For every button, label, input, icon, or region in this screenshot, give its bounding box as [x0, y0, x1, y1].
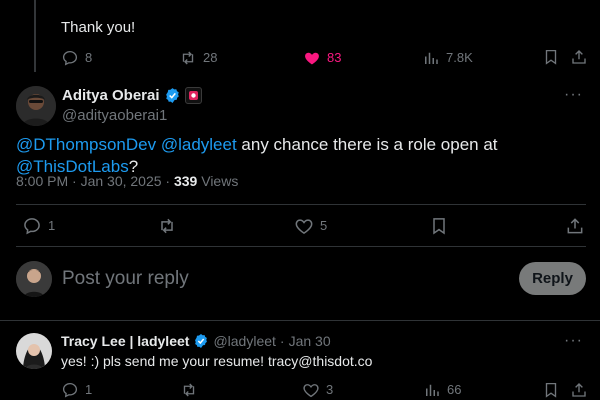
mention-link[interactable]: @DThompsonDev — [16, 135, 156, 154]
previous-repost-button[interactable]: 28 — [179, 49, 217, 67]
previous-like-button[interactable]: 83 — [303, 49, 341, 67]
avatar[interactable] — [16, 86, 56, 126]
bookmark-icon[interactable] — [542, 48, 560, 66]
repost-icon — [180, 381, 198, 399]
previous-tweet-text: Thank you! — [61, 19, 136, 36]
bookmark-icon[interactable] — [429, 216, 449, 236]
more-options-icon[interactable]: ··· — [564, 86, 583, 104]
divider — [16, 246, 586, 247]
repost-button[interactable] — [180, 381, 198, 399]
tweet-text-middle: any chance there is a role open at — [236, 135, 498, 154]
like-count: 5 — [320, 218, 328, 233]
author-name[interactable]: Aditya Oberai — [62, 87, 160, 104]
reply-submit-button[interactable]: Reply — [519, 262, 586, 295]
like-count: 3 — [326, 382, 334, 397]
more-options-icon[interactable]: ··· — [564, 332, 583, 350]
reply-count: 8 — [85, 50, 93, 65]
bookmark-icon[interactable] — [542, 381, 560, 399]
thread-line — [34, 0, 36, 72]
share-icon[interactable] — [570, 381, 588, 399]
heart-icon — [302, 381, 320, 399]
views-chart-icon — [423, 381, 441, 399]
reply-count: 1 — [85, 382, 93, 397]
reply-icon — [61, 381, 79, 399]
divider — [16, 204, 586, 205]
views-chart-icon — [422, 49, 440, 67]
reply-author-name[interactable]: Tracy Lee | ladyleet — [61, 333, 189, 349]
like-button[interactable]: 3 — [302, 381, 333, 399]
views-count: 339 — [173, 173, 198, 189]
views-count: 66 — [447, 382, 462, 397]
views-label: Views — [197, 173, 239, 189]
repost-button[interactable] — [157, 216, 177, 236]
repost-count: 28 — [203, 50, 218, 65]
tweet-text: @DThompsonDev @ladyleet any chance there… — [16, 134, 586, 178]
verified-badge-icon — [193, 333, 209, 349]
views-button[interactable]: 66 — [423, 381, 461, 399]
avatar — [16, 261, 52, 297]
heart-filled-icon — [303, 49, 321, 67]
tweet-timestamp[interactable]: 8:00 PM · Jan 30, 2025 · — [16, 173, 174, 189]
previous-reply-button[interactable]: 8 — [61, 49, 92, 67]
like-count: 83 — [327, 50, 342, 65]
heart-icon — [294, 216, 314, 236]
share-icon[interactable] — [565, 216, 585, 236]
divider — [0, 320, 600, 321]
separator-dot: · — [279, 333, 285, 349]
author-name-row: Aditya Oberai — [62, 87, 202, 104]
reply-input[interactable]: Post your reply — [62, 268, 189, 290]
views-count: 7.8K — [446, 50, 473, 65]
reply-timestamp[interactable]: Jan 30 — [289, 333, 331, 349]
reply-text: yes! :) pls send me your resume! tracy@t… — [61, 353, 373, 369]
like-button[interactable]: 5 — [294, 216, 327, 236]
verified-badge-icon — [164, 87, 181, 104]
author-handle[interactable]: @adityaoberai1 — [62, 107, 167, 124]
reply-button[interactable]: 1 — [61, 381, 92, 399]
reply-author-row: Tracy Lee | ladyleet @ladyleet · Jan 30 — [61, 333, 331, 349]
previous-views-button[interactable]: 7.8K — [422, 49, 473, 67]
repost-icon — [179, 49, 197, 67]
tweet-meta: 8:00 PM · Jan 30, 2025 · 339 Views — [16, 173, 238, 189]
affiliate-badge-icon[interactable] — [184, 87, 202, 104]
reply-count: 1 — [48, 218, 56, 233]
share-icon[interactable] — [570, 48, 588, 66]
avatar[interactable] — [16, 333, 52, 369]
reply-icon — [22, 216, 42, 236]
reply-author-handle[interactable]: @ladyleet — [213, 333, 275, 349]
reply-button[interactable]: 1 — [22, 216, 55, 236]
repost-icon — [157, 216, 177, 236]
reply-icon — [61, 49, 79, 67]
mention-link[interactable]: @ladyleet — [161, 135, 237, 154]
